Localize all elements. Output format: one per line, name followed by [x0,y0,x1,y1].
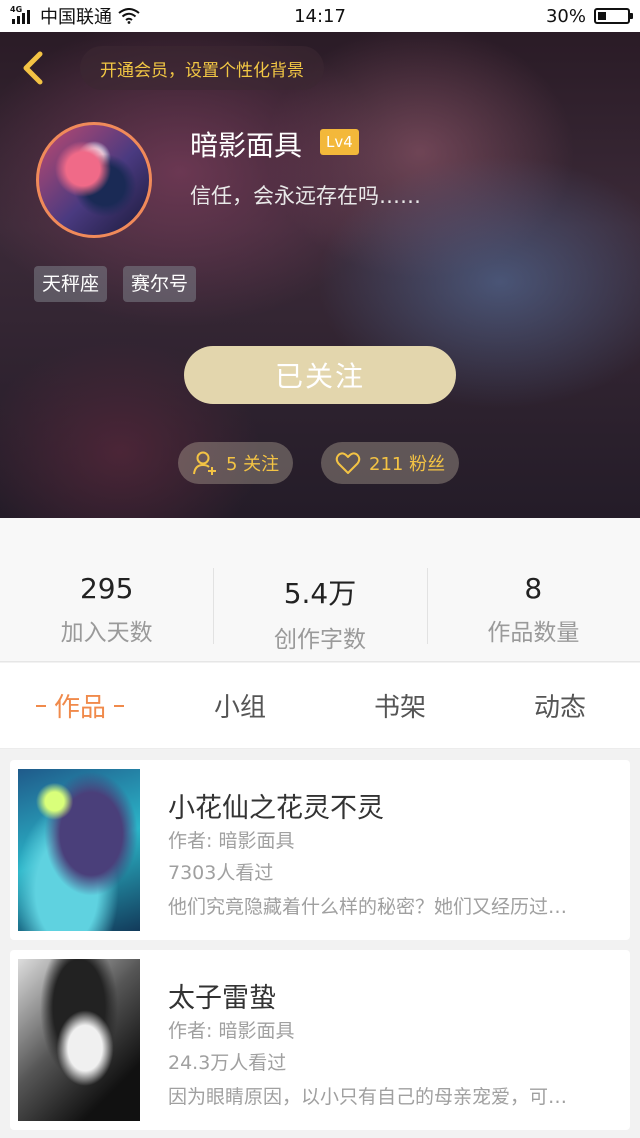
active-tab-dash [35,704,46,707]
stat-label: 加入天数 [60,620,153,646]
tag-chip[interactable]: 赛尔号 [123,266,197,302]
book-card[interactable]: 小花仙之花灵不灵 作者: 暗影面具 7303人看过 他们究竟隐藏着什么样的秘密？… [10,760,630,940]
username: 暗影面具 [190,129,303,162]
stat-value: 5.4万 [283,577,357,610]
stat-word-count: 5.4万 创作字数 [213,518,426,661]
avatar[interactable] [36,122,152,238]
profile-tags: 天秤座 赛尔号 [34,266,197,302]
following-count: 5 关注 [226,454,280,475]
book-card[interactable]: 太子雷蛰 作者: 暗影面具 24.3万人看过 因为眼睛原因，以小只有自己的母亲宠… [10,950,630,1130]
tab-activity[interactable]: 动态 [480,663,640,748]
stat-works-count: 8 作品数量 [426,518,640,661]
tab-groups[interactable]: 小组 [160,663,320,748]
back-arrow-icon[interactable] [16,48,56,88]
status-time: 14:17 [294,6,346,27]
stat-label: 作品数量 [487,620,580,646]
book-author: 作者: 暗影面具 [168,1020,295,1042]
following-button[interactable]: 5 关注 [178,442,294,484]
battery-icon [594,8,633,24]
stat-value: 295 [79,572,134,605]
add-user-icon [193,451,216,475]
vip-background-prompt[interactable]: 开通会员，设置个性化背景 [80,46,324,90]
battery-percent: 30% [545,5,586,27]
book-cover-image[interactable] [18,959,140,1121]
status-bar: 4G 中国联通 14:17 30% [0,0,640,32]
profile-header: 开通会员，设置个性化背景 暗影面具 Lv4 信任，会永远存在吗…… 天秤座 赛尔… [0,32,640,518]
book-author: 作者: 暗影面具 [168,830,295,852]
stat-days-joined: 295 加入天数 [0,518,213,661]
profile-stats: 295 加入天数 5.4万 创作字数 8 作品数量 [0,518,640,662]
fans-count: 211 粉丝 [369,454,446,475]
level-badge: Lv4 [320,129,359,155]
tab-label: 动态 [533,693,586,723]
profile-tabs: 作品 小组 书架 动态 [0,663,640,749]
book-cover-image[interactable] [18,769,140,931]
tab-label: 小组 [213,693,266,723]
works-list: 小花仙之花灵不灵 作者: 暗影面具 7303人看过 他们究竟隐藏着什么样的秘密？… [10,760,630,1138]
status-right: 30% [545,0,633,32]
book-title: 小花仙之花灵不灵 [168,793,384,824]
book-summary: 因为眼睛原因，以小只有自己的母亲宠爱，可… [168,1086,568,1108]
user-signature: 信任，会永远存在吗…… [190,184,421,208]
tab-label: 书架 [373,693,426,723]
stat-value: 8 [524,572,543,605]
stat-label: 创作字数 [273,627,366,653]
book-title: 太子雷蛰 [168,983,276,1014]
heart-icon [335,452,361,474]
tab-bookshelf[interactable]: 书架 [320,663,480,748]
tag-chip[interactable]: 天秤座 [34,266,108,302]
follow-button[interactable]: 已关注 [184,346,456,404]
book-views: 24.3万人看过 [168,1052,287,1074]
battery-fill [598,12,606,20]
fans-button[interactable]: 211 粉丝 [321,442,460,484]
active-tab-dash [114,704,124,707]
book-summary: 他们究竟隐藏着什么样的秘密？她们又经历过… [168,896,568,918]
tab-label: 作品 [53,693,106,723]
tab-works[interactable]: 作品 [0,663,160,748]
book-views: 7303人看过 [168,862,274,884]
